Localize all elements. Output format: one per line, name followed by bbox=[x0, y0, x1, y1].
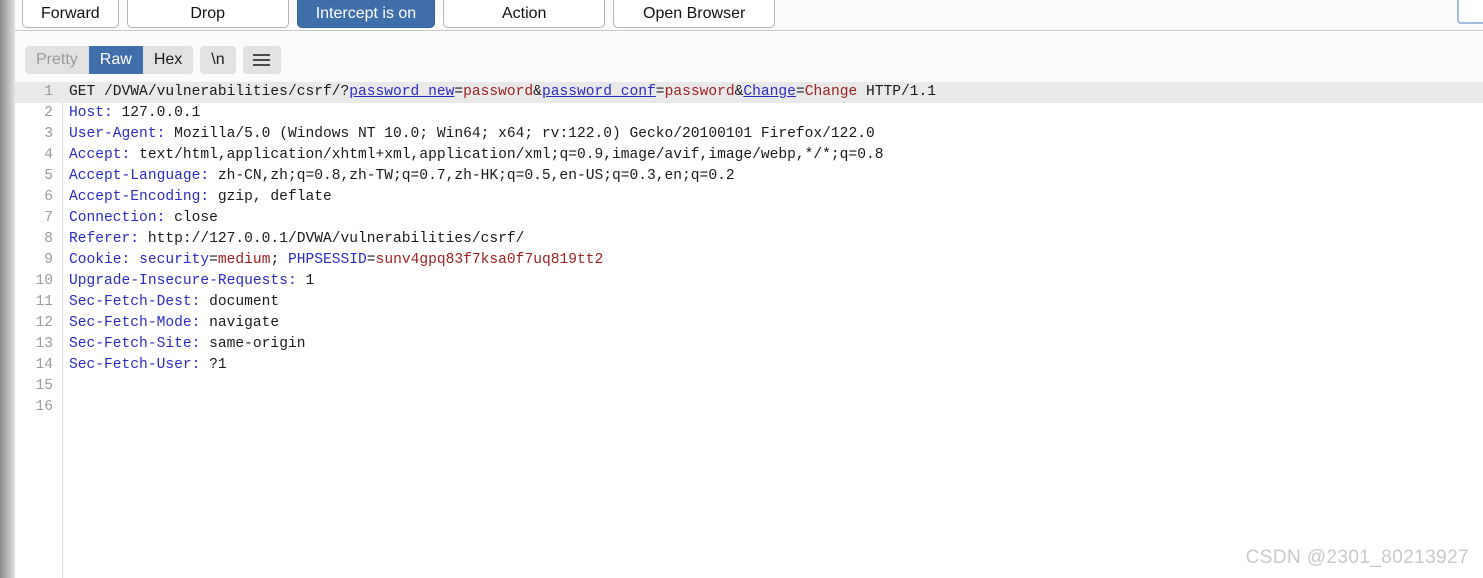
line-text: Accept: text/html,application/xhtml+xml,… bbox=[69, 147, 884, 163]
hamburger-bar bbox=[253, 54, 271, 56]
code-line[interactable]: 6 Accept-Encoding: gzip, deflate bbox=[15, 187, 1483, 208]
open-browser-button-label: Open Browser bbox=[643, 5, 746, 22]
line-text: Sec-Fetch-Mode: navigate bbox=[69, 315, 280, 331]
line-number: 3 bbox=[44, 126, 53, 142]
line-number: 16 bbox=[35, 399, 53, 415]
line-text: GET /DVWA/vulnerabilities/csrf/?password… bbox=[69, 84, 937, 100]
toolbar-button-row: Forward Drop Intercept is on Action Open… bbox=[22, 0, 776, 28]
line-number: 7 bbox=[44, 210, 53, 226]
code-line[interactable]: 7 Connection: close bbox=[15, 208, 1483, 229]
code-line[interactable]: 15 bbox=[15, 376, 1483, 397]
line-text: Referer: http://127.0.0.1/DVWA/vulnerabi… bbox=[69, 231, 525, 247]
line-number: 4 bbox=[44, 147, 53, 163]
drop-button-label: Drop bbox=[190, 5, 226, 22]
left-scroll-rail bbox=[0, 0, 15, 578]
open-browser-button[interactable]: Open Browser bbox=[613, 0, 776, 28]
newline-toggle-button[interactable]: \n bbox=[200, 46, 236, 74]
line-number: 5 bbox=[44, 168, 53, 184]
code-line[interactable]: 8 Referer: http://127.0.0.1/DVWA/vulnerab… bbox=[15, 229, 1483, 250]
code-line[interactable]: 10 Upgrade-Insecure-Requests: 1 bbox=[15, 271, 1483, 292]
drop-button[interactable]: Drop bbox=[126, 0, 289, 28]
code-line[interactable]: 16 bbox=[15, 397, 1483, 418]
forward-button-label: Forward bbox=[41, 5, 100, 22]
line-number: 2 bbox=[44, 105, 53, 121]
tab-raw-label: Raw bbox=[99, 51, 132, 68]
tab-raw[interactable]: Raw bbox=[88, 46, 143, 74]
line-number: 8 bbox=[44, 231, 53, 247]
line-text: Cookie: security=medium; PHPSESSID=sunv4… bbox=[69, 252, 604, 268]
hamburger-icon[interactable] bbox=[242, 46, 281, 74]
offscreen-partial-control[interactable] bbox=[1457, 0, 1483, 24]
line-number: 15 bbox=[35, 378, 53, 394]
line-text: Connection: close bbox=[69, 210, 218, 226]
line-text: Accept-Encoding: gzip, deflate bbox=[69, 189, 332, 205]
action-button[interactable]: Action bbox=[443, 0, 606, 28]
line-text: Sec-Fetch-Dest: document bbox=[69, 294, 280, 310]
line-number: 12 bbox=[35, 315, 53, 331]
intercept-toggle-label: Intercept is on bbox=[315, 5, 417, 22]
tab-pretty[interactable]: Pretty bbox=[25, 46, 89, 74]
code-line[interactable]: 3 User-Agent: Mozilla/5.0 (Windows NT 10.… bbox=[15, 124, 1483, 145]
line-number: 6 bbox=[44, 189, 53, 205]
line-text: User-Agent: Mozilla/5.0 (Windows NT 10.0… bbox=[69, 126, 875, 142]
code-line[interactable]: 12 Sec-Fetch-Mode: navigate bbox=[15, 313, 1483, 334]
code-line[interactable]: 9 Cookie: security=medium; PHPSESSID=sunv… bbox=[15, 250, 1483, 271]
intercept-toggle-button[interactable]: Intercept is on bbox=[296, 0, 436, 28]
action-button-label: Action bbox=[501, 5, 547, 22]
tab-hex[interactable]: Hex bbox=[143, 46, 193, 74]
tab-pretty-label: Pretty bbox=[36, 51, 78, 68]
line-number: 10 bbox=[35, 273, 53, 289]
line-number: 11 bbox=[35, 294, 53, 310]
message-view-toolbar: Pretty Raw Hex \n bbox=[0, 32, 1483, 82]
line-text: Accept-Language: zh-CN,zh;q=0.8,zh-TW;q=… bbox=[69, 168, 735, 184]
code-line[interactable]: 14 Sec-Fetch-User: ?1 bbox=[15, 355, 1483, 376]
offscreen-partial-control-fill bbox=[1478, 0, 1483, 22]
line-number: 1 bbox=[44, 84, 53, 100]
code-line[interactable]: 2 Host: 127.0.0.1 bbox=[15, 103, 1483, 124]
code-line[interactable]: 4 Accept: text/html,application/xhtml+xml… bbox=[15, 145, 1483, 166]
hamburger-bar bbox=[253, 64, 271, 66]
line-number: 9 bbox=[44, 252, 53, 268]
view-mode-segmented-control[interactable]: Pretty Raw Hex bbox=[25, 46, 194, 74]
code-line[interactable]: 11 Sec-Fetch-Dest: document bbox=[15, 292, 1483, 313]
request-editor[interactable]: 1 GET /DVWA/vulnerabilities/csrf/?passwor… bbox=[15, 82, 1483, 578]
line-number: 14 bbox=[35, 357, 53, 373]
forward-button[interactable]: Forward bbox=[22, 0, 119, 28]
tab-hex-label: Hex bbox=[153, 51, 183, 68]
line-text: Host: 127.0.0.1 bbox=[69, 105, 201, 121]
code-line[interactable]: 1 GET /DVWA/vulnerabilities/csrf/?passwor… bbox=[15, 82, 1483, 103]
view-mode-controls: Pretty Raw Hex \n bbox=[25, 46, 281, 74]
hamburger-bar bbox=[253, 59, 271, 61]
proxy-action-toolbar: Forward Drop Intercept is on Action Open… bbox=[0, 0, 1483, 31]
line-text: Sec-Fetch-User: ?1 bbox=[69, 357, 227, 373]
line-text: Sec-Fetch-Site: same-origin bbox=[69, 336, 306, 352]
newline-toggle-label: \n bbox=[211, 51, 225, 68]
request-code-body[interactable]: 1 GET /DVWA/vulnerabilities/csrf/?passwor… bbox=[15, 82, 1483, 418]
code-line[interactable]: 13 Sec-Fetch-Site: same-origin bbox=[15, 334, 1483, 355]
line-number: 13 bbox=[35, 336, 53, 352]
code-line[interactable]: 5 Accept-Language: zh-CN,zh;q=0.8,zh-TW;q… bbox=[15, 166, 1483, 187]
line-text: Upgrade-Insecure-Requests: 1 bbox=[69, 273, 315, 289]
csdn-watermark: CSDN @2301_80213927 bbox=[1245, 547, 1469, 568]
